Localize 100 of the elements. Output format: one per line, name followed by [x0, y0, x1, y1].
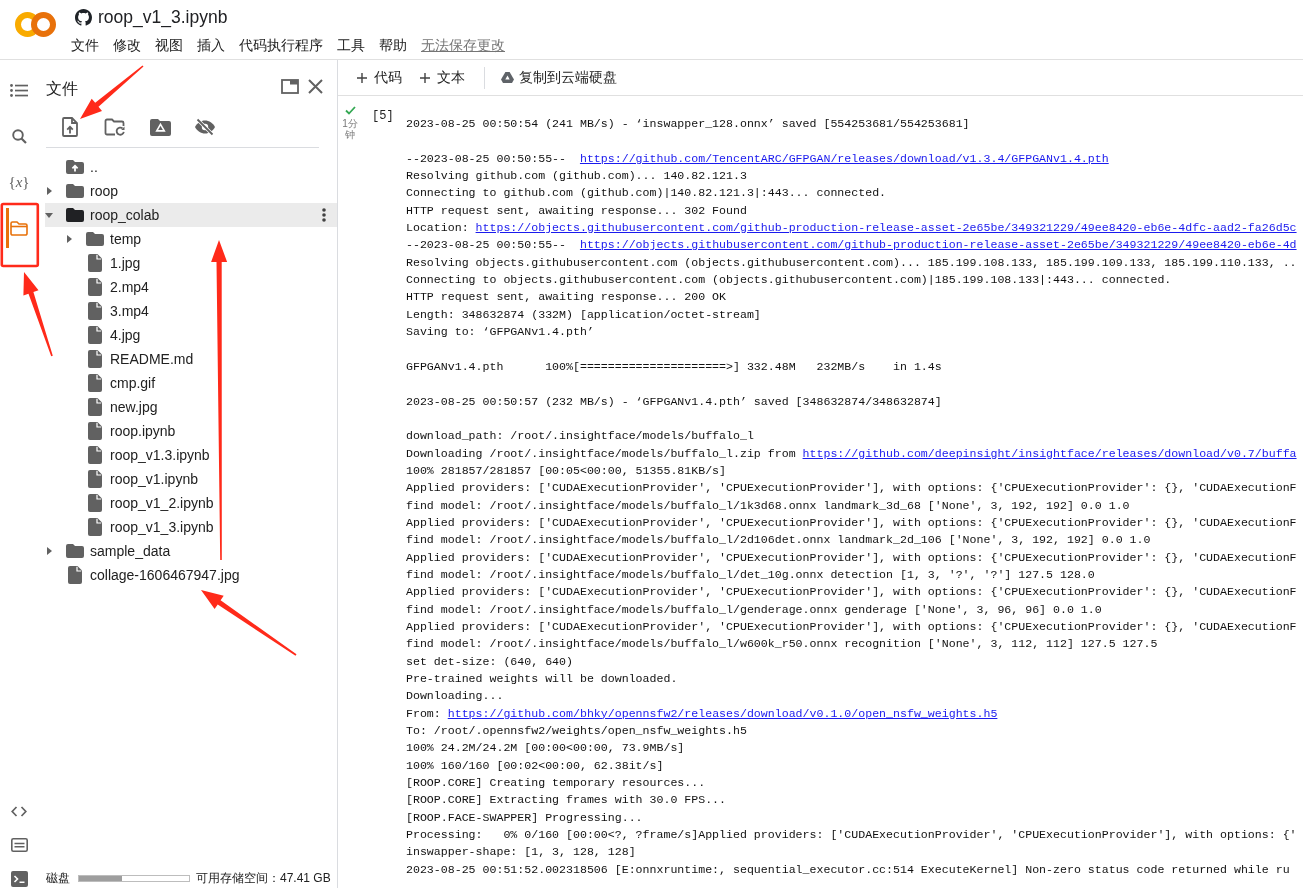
output-line: find model: /root/.insightface/models/buffalo_l/det_10g.onnx detection [1, 3, '?', '?'] 127.5 128.0 — [406, 566, 1096, 583]
copy-button[interactable]: 复制到云端硬盘 — [501, 68, 617, 87]
output-line: find model: /root/.insightface/models/buffalo_l/1k3d68.onnx landmark_3d_68 ['None', 3, 192, 192] 0.0 1.0 — [406, 497, 1131, 514]
variables-tab[interactable]: {x} — [8, 173, 30, 191]
output-line: find model: /root/.insightface/models/buffalo_l/w600k_r50.onnx recognition ['None', 3, 112, 112] 127.5 127.5 — [406, 636, 1159, 653]
output-line: [ROOP.FACE-SWAPPER] Progressing... — [406, 809, 644, 826]
file-icon — [88, 446, 102, 464]
file-tree-item[interactable]: temp — [45, 227, 337, 251]
menu-item[interactable]: 帮助 — [379, 37, 407, 55]
output-link[interactable]: https://github.com/bhky/opennsfw2/releases/download/v0.1.0/open_nsfw_weights.h5 — [447, 706, 998, 720]
file-icon — [88, 470, 102, 488]
file-icon — [88, 350, 102, 368]
output-line: 2023-08-25 00:50:54 (241 MB/s) - ‘inswapper_128.onnx’ saved [554253681/554253681] — [406, 116, 971, 132]
folder-triangle-icon[interactable] — [149, 118, 171, 136]
highlight-frame — [0, 202, 40, 268]
notebook-title: roop_v1_3.ipynb — [98, 6, 228, 28]
folder-icon — [66, 184, 84, 198]
list-icon[interactable] — [10, 83, 28, 97]
file-upload-icon[interactable] — [62, 117, 78, 137]
elapsed-time: 1分钟 — [341, 118, 359, 140]
output-line: Connecting to github.com (github.com)|140.82.121.3|:443... connected. — [406, 185, 888, 202]
execution-count: [5] — [372, 108, 395, 124]
file-tree-item[interactable]: new.jpg — [45, 395, 337, 419]
file-tree-item[interactable]: 1.jpg — [45, 251, 337, 275]
save-status-link[interactable]: 无法保存更改 — [421, 37, 505, 55]
file-tree-item[interactable]: roop_v1_3.ipynb — [45, 515, 337, 539]
caret-icon[interactable] — [46, 547, 52, 555]
output-line: Pre-trained weights will be downloaded. — [406, 671, 679, 687]
output-link[interactable]: https://github.com/TencentARC/GFPGAN/releases/download/v1.3.4/GFPGANv1.4.pth — [579, 151, 1109, 165]
menu-item[interactable]: 插入 — [197, 37, 225, 55]
menu-item[interactable]: 修改 — [113, 37, 141, 55]
output-line: download_path: /root/.insightface/models/buffalo_l — [406, 428, 755, 445]
output-line: 100% 281857/281857 [00:05<00:00, 51355.81KB/s] — [406, 462, 728, 479]
output-line: 2023-08-25 00:50:57 (232 MB/s) - ‘GFPGANv1.4.pth’ saved [348632874/348632874] — [406, 393, 943, 410]
file-tree-item[interactable]: cmp.gif — [45, 371, 337, 395]
output-line: set det-size: (640, 640) — [406, 653, 574, 670]
output-line: Resolving github.com (github.com)... 140.82.121.3 — [406, 168, 748, 185]
search-icon[interactable] — [11, 128, 27, 144]
file-tree-item[interactable]: roop_v1_2.ipynb — [45, 491, 337, 515]
logo-icon[interactable] — [15, 12, 56, 37]
more-icon[interactable] — [322, 208, 326, 222]
code-icon[interactable] — [11, 805, 27, 817]
close-icon[interactable] — [308, 78, 323, 94]
file-tree-item[interactable]: roop_v1.ipynb — [45, 467, 337, 491]
output-line: Saving to: ‘GFPGANv1.4.pth’ — [406, 324, 595, 341]
output-line: Applied providers: ['CUDAExecutionProvider', 'CPUExecutionProvider'], with options: {'CPUExecutionProvider': {}, 'CUDAExecutionF — [406, 618, 1297, 635]
file-icon — [88, 302, 102, 320]
file-tree-item[interactable]: 4.jpg — [45, 323, 337, 347]
output-link[interactable]: https://objects.githubusercontent.com/github-production-release-asset-2e65be/349321229/49ee8420-eb6e-4d — [579, 238, 1297, 252]
output-line: Processing: 0% 0/160 [00:00<?, ?frame/s]Applied providers: ['CUDAExecutionProvider', 'CPUExecutionProvider'], with options: {' — [406, 827, 1297, 844]
folder-icon — [86, 232, 104, 246]
menu-item[interactable]: 视图 — [155, 37, 183, 55]
file-icon — [88, 374, 102, 392]
menu-item[interactable]: 工具 — [337, 37, 365, 55]
file-tree-item[interactable]: collage-1606467947.jpg — [45, 563, 337, 587]
caret-icon[interactable] — [45, 212, 53, 218]
file-icon — [68, 566, 82, 584]
file-tree-item[interactable]: sample_data — [45, 539, 337, 563]
file-tree-item[interactable]: roop.ipynb — [45, 419, 337, 443]
caret-icon[interactable] — [46, 187, 52, 195]
add-button[interactable]: 文本 — [420, 68, 465, 87]
output-link[interactable]: https://objects.githubusercontent.com/github-production-release-asset-2e65be/349321229/49ee8420-eb6e-4dfc-aad2-fa26d5c — [475, 221, 1297, 235]
eye-slash-icon[interactable] — [194, 118, 216, 136]
window-icon[interactable] — [281, 78, 299, 94]
caret-icon[interactable] — [66, 235, 72, 243]
file-tree-item[interactable]: README.md — [45, 347, 337, 371]
file-tree-item[interactable]: roop_v1.3.ipynb — [45, 443, 337, 467]
file-icon — [88, 494, 102, 512]
folder-icon[interactable] — [10, 220, 28, 236]
add-button[interactable]: 代码 — [357, 68, 402, 87]
output-line: HTTP request sent, awaiting response... 200 OK — [406, 289, 728, 306]
file-tree-item[interactable]: 3.mp4 — [45, 299, 337, 323]
menu-item[interactable]: 代码执行程序 — [239, 37, 323, 55]
output-line: HTTP request sent, awaiting response... 302 Found — [406, 202, 748, 219]
plus-icon — [357, 72, 367, 83]
output-line: Applied providers: ['CUDAExecutionProvider', 'CPUExecutionProvider'], with options: {'CPUExecutionProvider': {}, 'CUDAExecutionF — [406, 549, 1297, 566]
disk-label: 磁盘 — [46, 869, 70, 887]
annotation-arrow — [80, 65, 144, 119]
output-link[interactable]: https://github.com/deepinsight/insightface/releases/download/v0.7/buffa — [802, 446, 1297, 460]
file-tree-item[interactable]: 2.mp4 — [45, 275, 337, 299]
output-line: 2023-08-25 00:51:52.002318506 [E:onnxruntime:, sequential_executor.cc:514 ExecuteKernel] Non-zero status code returned while ru — [406, 861, 1291, 878]
file-tree-item[interactable]: .. — [45, 155, 337, 179]
file-tree-item[interactable]: roop — [45, 179, 337, 203]
output-line: Downloading /root/.insightface/models/buffalo_l.zip from https://github.com/deepinsight/insightface/releases/download/v0.7/buffa — [406, 445, 1297, 462]
cat-logo-icon[interactable] — [75, 8, 92, 26]
output-line: --2023-08-25 00:50:55-- https://github.com/TencentARC/GFPGAN/releases/download/v1.3.4/GFPGANv1.4.pth — [406, 150, 1110, 167]
output-line: find model: /root/.insightface/models/buffalo_l/genderage.onnx genderage ['None', 3, 96, 96] 0.0 1.0 — [406, 601, 1103, 618]
output-line: Applied providers: ['CUDAExecutionProvider', 'CPUExecutionProvider'], with options: {'CPUExecutionProvider': {}, 'CUDAExecutionF — [406, 480, 1297, 497]
output-line: Applied providers: ['CUDAExecutionProvider', 'CPUExecutionProvider'], with options: {'CPUExecutionProvider': {}, 'CUDAExecutionF — [406, 584, 1297, 601]
output-line: Connecting to objects.githubusercontent.com (objects.githubusercontent.com)|185.199.108.133|:443... connected. — [406, 272, 1173, 289]
file-icon — [88, 326, 102, 344]
list-box-icon[interactable] — [10, 838, 28, 852]
output-line: Resolving objects.githubusercontent.com (objects.githubusercontent.com)... 185.199.108.133, 185.199.109.133, 185.199.110.133, .. — [406, 254, 1297, 271]
file-tree-item[interactable]: roop_colab — [45, 203, 337, 227]
terminal-icon[interactable] — [10, 871, 28, 887]
menu-item[interactable]: 文件 — [71, 37, 99, 55]
output-line: [ROOP.CORE] Creating temporary resources... — [406, 775, 707, 792]
folder-refresh-icon[interactable] — [104, 117, 126, 137]
output-line: Location: https://objects.githubusercontent.com/github-production-release-asset-2e65be/349321229/49ee8420-eb6e-4dfc-aad2-fa26d5c — [406, 220, 1297, 237]
output-line: Applied providers: ['CUDAExecutionProvider', 'CPUExecutionProvider'], with options: {'CPUExecutionProvider': {}, 'CUDAExecutionF — [406, 514, 1297, 531]
